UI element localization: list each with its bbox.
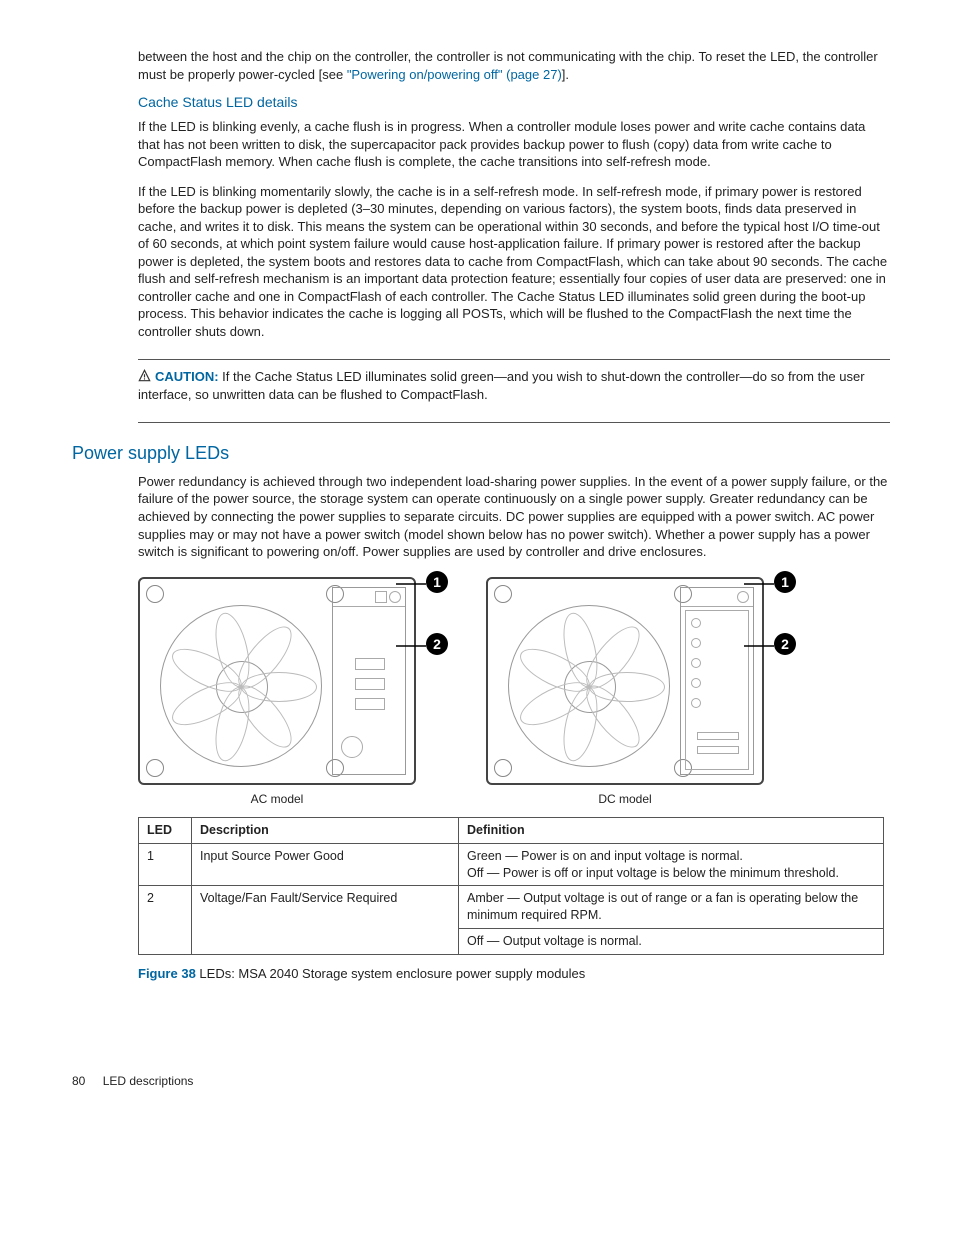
intro-paragraph: between the host and the chip on the con… — [138, 48, 890, 83]
th-led: LED — [139, 817, 192, 843]
caution-divider-bottom — [138, 422, 890, 423]
footer-section: LED descriptions — [103, 1074, 194, 1088]
figure-label: Figure 38 — [138, 966, 196, 981]
cache-para1: If the LED is blinking evenly, a cache f… — [138, 118, 890, 171]
cell-desc-2: Voltage/Fan Fault/Service Required — [192, 886, 459, 955]
table-header-row: LED Description Definition — [139, 817, 884, 843]
power-para: Power redundancy is achieved through two… — [138, 473, 890, 561]
cell-def-2b: Off — Output voltage is normal. — [459, 929, 884, 955]
cache-para2: If the LED is blinking momentarily slowl… — [138, 183, 890, 341]
cell-def-1: Green — Power is on and input voltage is… — [459, 843, 884, 886]
dc-callout-1: 1 — [774, 571, 796, 593]
caution-triangle-icon — [138, 369, 151, 387]
ac-callout-1: 1 — [426, 571, 448, 593]
caution-text: If the Cache Status LED illuminates soli… — [138, 369, 865, 403]
caution-divider-top — [138, 359, 890, 360]
cell-led-1: 1 — [139, 843, 192, 886]
figure-caption: Figure 38 LEDs: MSA 2040 Storage system … — [138, 965, 890, 983]
ac-psu-figure: 1 2 AC model — [138, 577, 416, 807]
ac-callout-2: 2 — [426, 633, 448, 655]
table-row: 1 Input Source Power Good Green — Power … — [139, 843, 884, 886]
led-table: LED Description Definition 1 Input Sourc… — [138, 817, 884, 955]
power-supply-heading: Power supply LEDs — [72, 441, 890, 465]
power-cycle-link[interactable]: "Powering on/powering off" (page 27) — [347, 67, 562, 82]
ac-psu-drawing — [138, 577, 416, 785]
caution-label: CAUTION: — [155, 369, 219, 384]
dc-psu-drawing — [486, 577, 764, 785]
cell-led-2: 2 — [139, 886, 192, 955]
figure-area: 1 2 AC model — [138, 577, 890, 807]
cache-status-heading: Cache Status LED details — [138, 93, 890, 112]
table-row: 2 Voltage/Fan Fault/Service Required Amb… — [139, 886, 884, 929]
dc-caption: DC model — [598, 791, 651, 807]
dc-psu-figure: 1 2 DC model — [486, 577, 764, 807]
cell-def-2a: Amber — Output voltage is out of range o… — [459, 886, 884, 929]
ac-caption: AC model — [251, 791, 304, 807]
th-description: Description — [192, 817, 459, 843]
figure-caption-text: LEDs: MSA 2040 Storage system enclosure … — [199, 966, 585, 981]
intro-text-post: ]. — [562, 67, 569, 82]
cell-desc-1: Input Source Power Good — [192, 843, 459, 886]
dc-callout-2: 2 — [774, 633, 796, 655]
page-footer: 80 LED descriptions — [72, 1073, 890, 1089]
th-definition: Definition — [459, 817, 884, 843]
page-number: 80 — [72, 1074, 85, 1088]
caution-block: CAUTION: If the Cache Status LED illumin… — [138, 368, 890, 404]
